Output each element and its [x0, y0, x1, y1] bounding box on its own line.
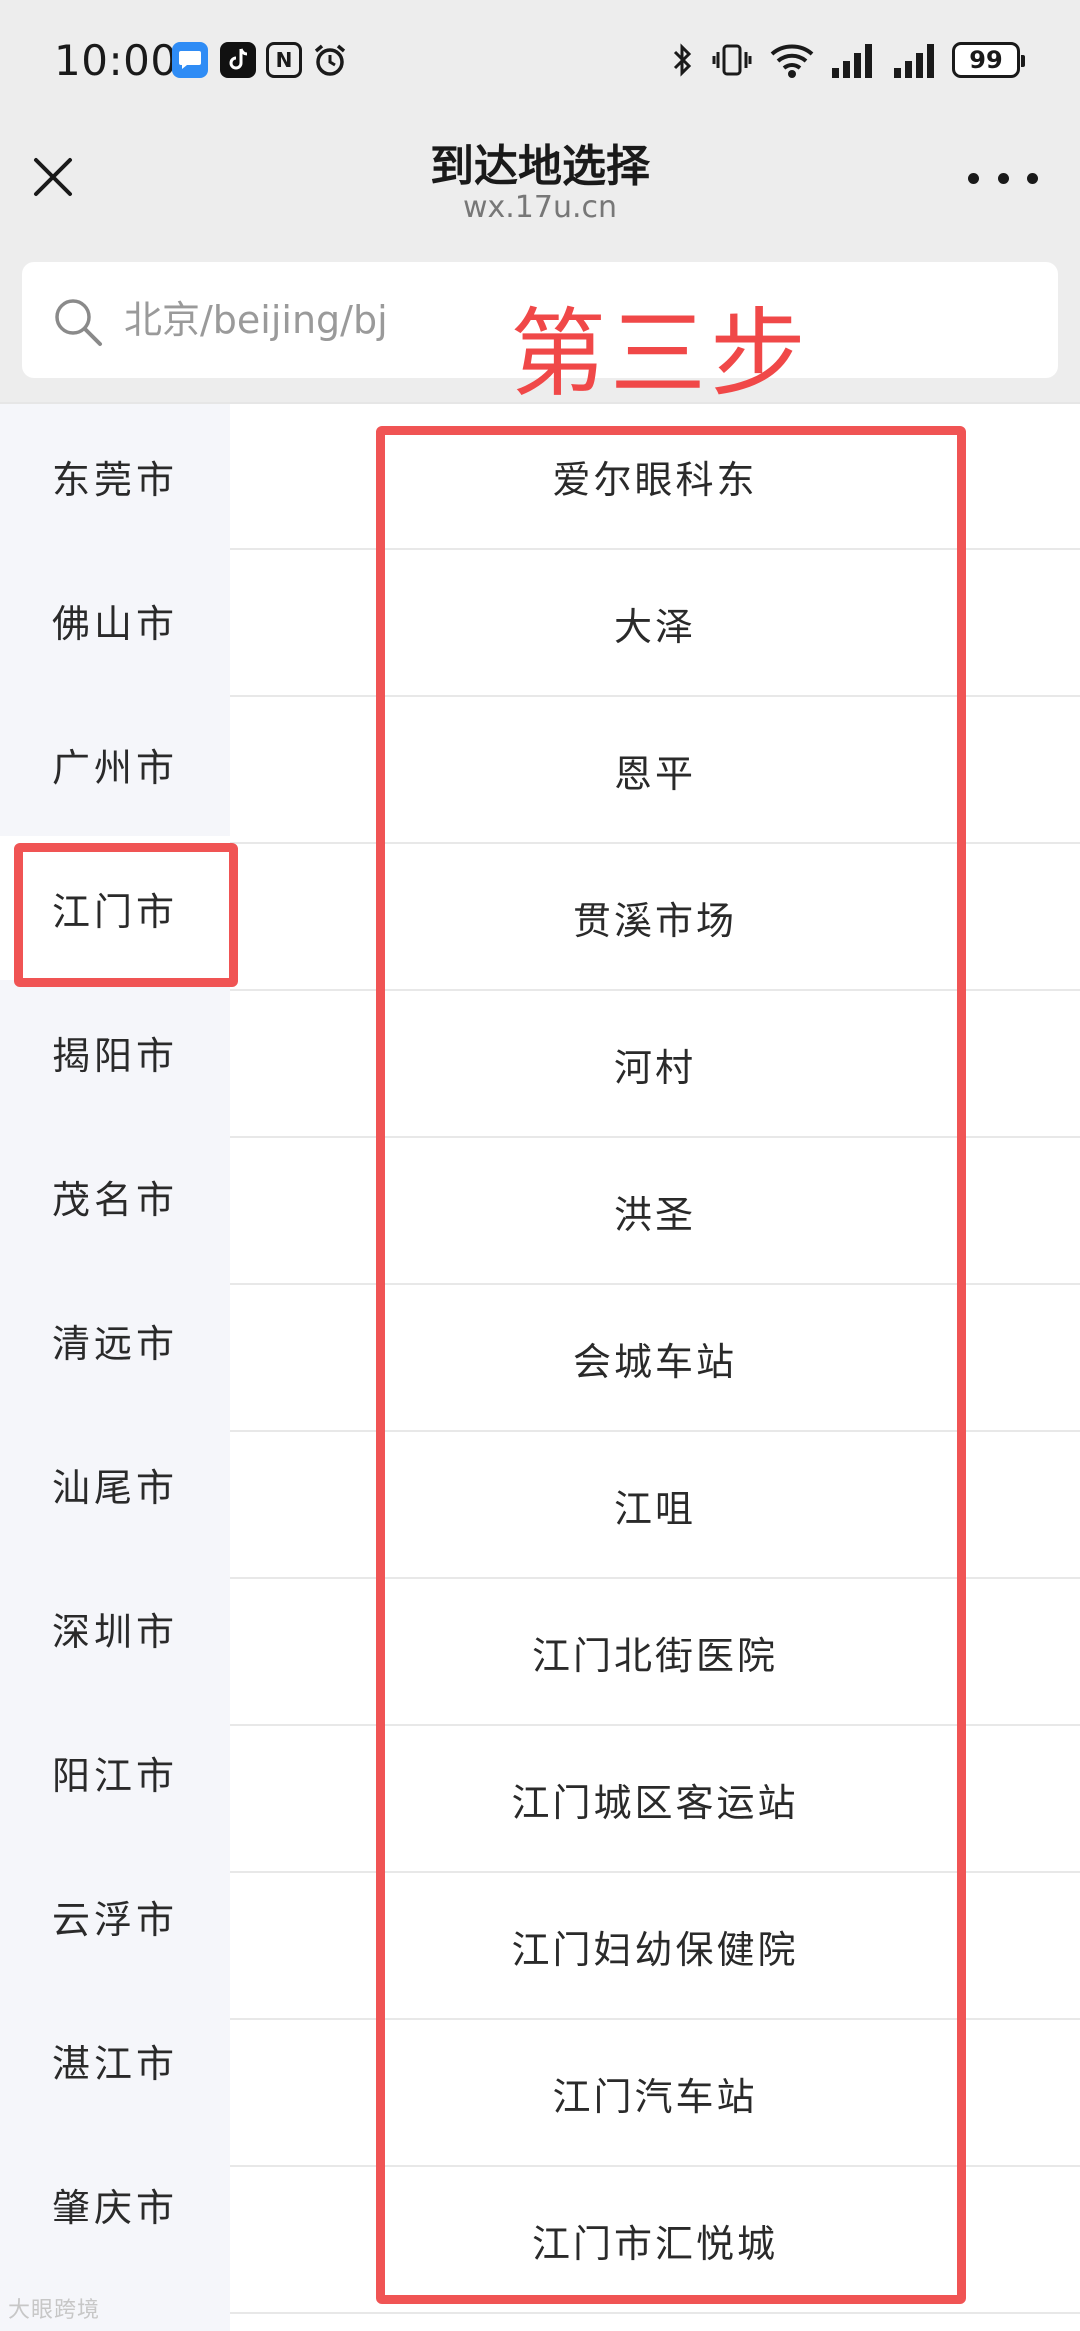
station-item[interactable]: 会城车站: [230, 1286, 1080, 1432]
station-item[interactable]: 大泽: [230, 551, 1080, 697]
station-item[interactable]: 江门北街医院: [230, 1580, 1080, 1726]
signal-icon: [892, 38, 940, 82]
station-item[interactable]: 爱尔眼科东: [230, 404, 1080, 550]
search-area: 第三步: [0, 240, 1080, 410]
watermark: 大眼跨境: [8, 2298, 101, 2323]
more-dots-icon: [968, 172, 979, 184]
status-time: 10:00: [54, 36, 178, 85]
sidebar-item-zhanjiang[interactable]: 湛江市: [0, 1988, 230, 2132]
nfc-icon: N: [266, 42, 302, 78]
sidebar-item-shenzhen[interactable]: 深圳市: [0, 1556, 230, 1700]
station-item[interactable]: 洪圣: [230, 1139, 1080, 1285]
message-app-icon: [172, 42, 208, 78]
bluetooth-icon: [672, 38, 694, 82]
station-item[interactable]: 江门市汇悦城: [230, 2168, 1080, 2314]
status-bar: 10:00 N 99: [0, 0, 1080, 120]
alarm-icon: [312, 42, 348, 78]
sidebar-item-jieyang[interactable]: 揭阳市: [0, 980, 230, 1124]
station-item[interactable]: 恩平: [230, 698, 1080, 844]
battery-level: 99: [969, 46, 1003, 74]
sidebar-item-qingyuan[interactable]: 清远市: [0, 1268, 230, 1412]
sidebar-item-maoming[interactable]: 茂名市: [0, 1124, 230, 1268]
sidebar-item-dongguan[interactable]: 东莞市: [0, 404, 230, 548]
sidebar-item-yangjiang[interactable]: 阳江市: [0, 1700, 230, 1844]
sidebar-item-foshan[interactable]: 佛山市: [0, 548, 230, 692]
signal-icon: [830, 38, 878, 82]
page-url: wx.17u.cn: [462, 190, 618, 225]
battery-icon: 99: [952, 42, 1025, 78]
station-item[interactable]: 河村: [230, 992, 1080, 1138]
vibrate-icon: [712, 38, 752, 82]
city-sidebar: 东莞市 佛山市 广州市 江门市 揭阳市 茂名市 清远市 汕尾市 深圳市 阳江市 …: [0, 404, 230, 2331]
sidebar-item-yunfu[interactable]: 云浮市: [0, 1844, 230, 1988]
sidebar-item-guangzhou[interactable]: 广州市: [0, 692, 230, 836]
step-annotation: 第三步: [510, 298, 810, 410]
station-item[interactable]: 江门汽车站: [230, 2021, 1080, 2167]
sidebar-item-shanwei[interactable]: 汕尾市: [0, 1412, 230, 1556]
search-box[interactable]: 第三步: [22, 262, 1058, 410]
sidebar-item-jiangmen[interactable]: 江门市: [0, 836, 230, 980]
picker-content: 东莞市 佛山市 广州市 江门市 揭阳市 茂名市 清远市 汕尾市 深圳市 阳江市 …: [0, 402, 1080, 2331]
station-list: 爱尔眼科东 大泽 恩平 贯溪市场 河村 洪圣 会城车站 江咀 江门北街医院 江门…: [230, 404, 1080, 2331]
page-title: 到达地选择: [430, 141, 650, 192]
search-input[interactable]: [124, 288, 454, 352]
title-bar: 到达地选择 wx.17u.cn: [0, 120, 1080, 240]
station-item[interactable]: 江门城区客运站: [230, 1727, 1080, 1873]
station-item[interactable]: 贯溪市场: [230, 845, 1080, 991]
station-item[interactable]: 江咀: [230, 1433, 1080, 1579]
search-icon: [55, 299, 102, 346]
station-item[interactable]: 江门妇幼保健院: [230, 1874, 1080, 2020]
more-button[interactable]: [968, 158, 1038, 198]
tiktok-icon: [220, 42, 256, 78]
sidebar-item-zhaoqing[interactable]: 肇庆市: [0, 2132, 230, 2276]
wifi-icon: [768, 38, 816, 82]
